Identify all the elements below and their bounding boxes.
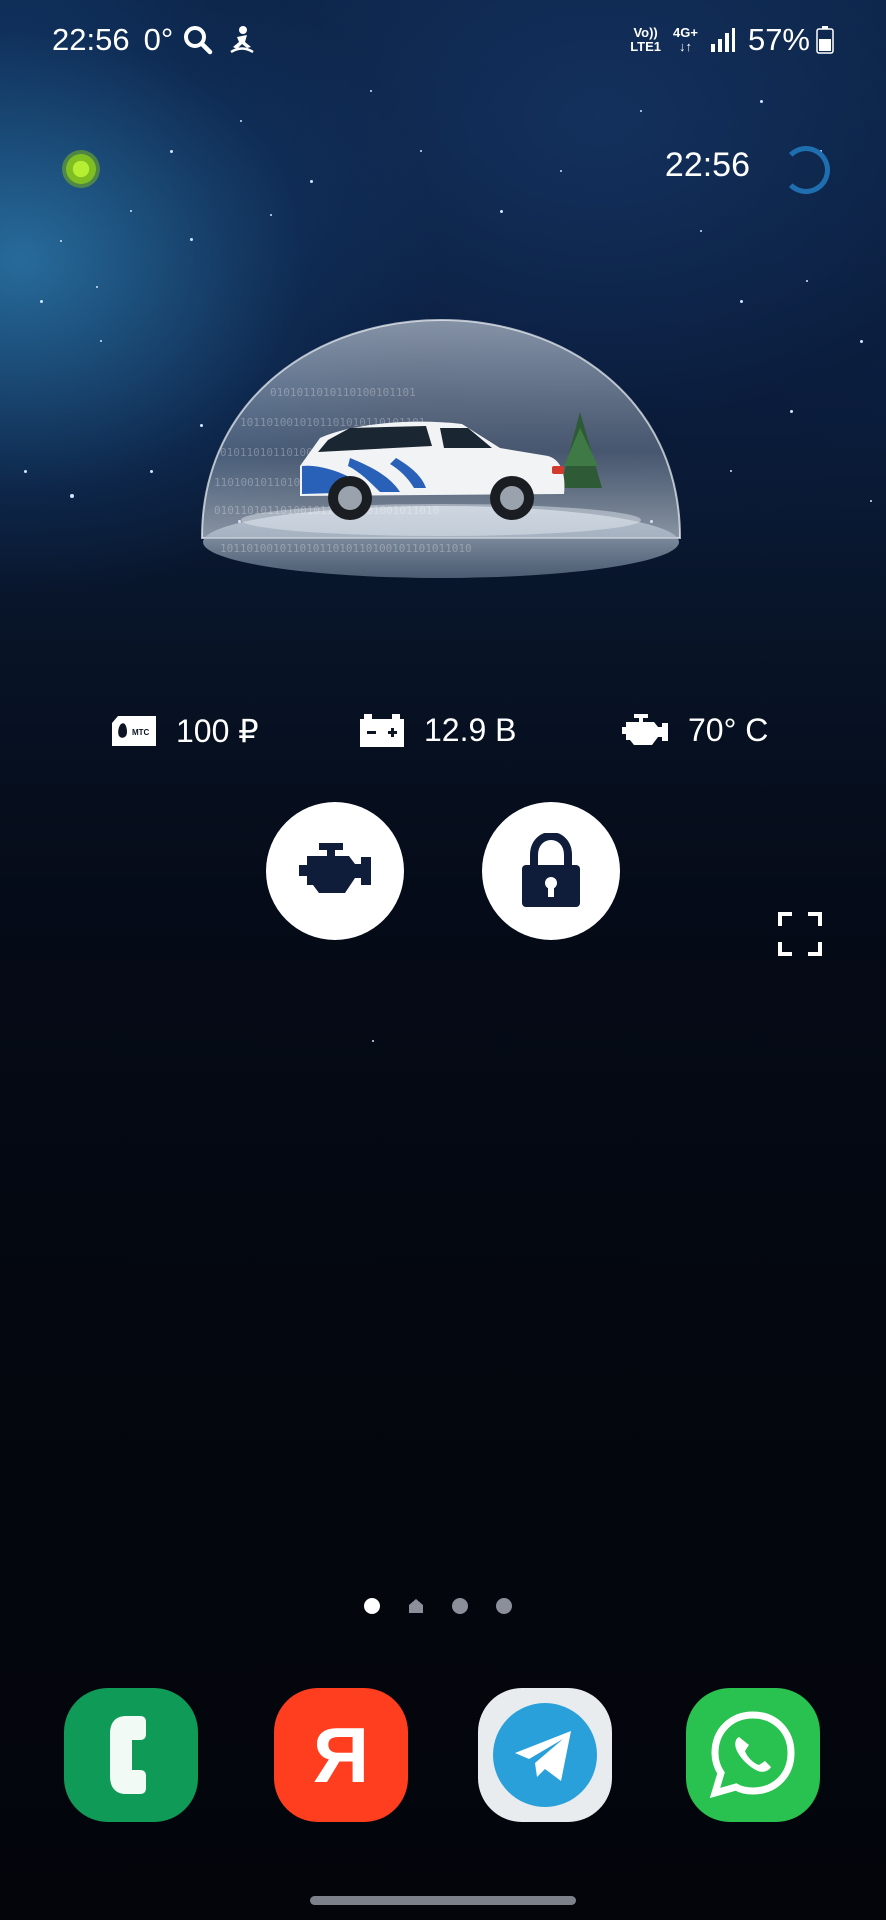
phone-app[interactable] — [64, 1688, 198, 1822]
page-indicator[interactable] — [364, 1598, 512, 1614]
gesture-navigation-bar[interactable] — [310, 1896, 576, 1905]
home-page-icon[interactable] — [408, 1598, 424, 1614]
balance-value: 100 ₽ — [176, 713, 259, 749]
search-icon — [183, 25, 213, 55]
network-lte: LTE1 — [630, 39, 662, 54]
battery-percent: 57% — [747, 22, 810, 57]
sim-card-icon: МТС — [110, 715, 158, 747]
home-screen: { "status_bar": { "time": "22:56", "temp… — [0, 0, 886, 1920]
svg-text:010110101101001011010110100101: 0101101011010010110101101001011010 — [214, 504, 439, 517]
status-temperature: 0° — [143, 22, 174, 57]
status-bar: 22:56 0° Vo)) LTE1 4G+ ↓↑ 57% — [0, 0, 886, 86]
telegram-icon — [489, 1699, 601, 1811]
voltage-value: 12.9 В — [424, 712, 517, 748]
engine-temp-stat[interactable]: 70° С — [620, 712, 768, 749]
engine-start-button[interactable] — [266, 802, 404, 940]
network-volte: Vo)) — [633, 25, 658, 40]
lock-icon — [520, 833, 582, 909]
yandex-icon: Я — [312, 1710, 370, 1799]
page-dot[interactable] — [496, 1598, 512, 1614]
connection-status-indicator — [62, 150, 100, 188]
signal-icon — [710, 27, 736, 53]
svg-text:101101001011010110101101001011: 10110100101101011010110100101101011010 — [220, 542, 472, 555]
refresh-spinner-icon[interactable] — [782, 146, 830, 194]
balance-stat[interactable]: МТС 100 ₽ — [110, 712, 259, 750]
lock-button[interactable] — [482, 802, 620, 940]
engine-temp-value: 70° С — [688, 712, 769, 748]
whatsapp-icon — [705, 1707, 801, 1803]
battery-icon — [816, 26, 834, 54]
whatsapp-app[interactable] — [686, 1688, 820, 1822]
car-dome-image[interactable]: 0101011010110100101101 10110100101011010… — [200, 316, 682, 582]
sim-operator-label: МТС — [132, 728, 150, 737]
accessibility-icon — [227, 25, 257, 55]
page-dot-active[interactable] — [364, 1598, 380, 1614]
battery-voltage-icon — [358, 713, 406, 748]
car-stats-row: МТС 100 ₽ 12.9 В 70° С — [0, 712, 886, 768]
data-type-label: 4G+ — [673, 25, 698, 40]
widget-clock: 22:56 — [664, 146, 750, 184]
voltage-stat[interactable]: 12.9 В — [358, 712, 517, 749]
status-time: 22:56 — [52, 22, 130, 57]
engine-temperature-icon — [620, 713, 670, 748]
telegram-app[interactable] — [478, 1688, 612, 1822]
data-type-indicator: 4G+ ↓↑ — [673, 26, 698, 54]
phone-icon — [96, 1710, 166, 1800]
data-arrows-icon: ↓↑ — [678, 39, 692, 54]
svg-text:0101011010110100101101: 0101011010110100101101 — [270, 386, 416, 399]
expand-icon — [778, 912, 822, 956]
fullscreen-button[interactable] — [778, 912, 822, 956]
page-dot[interactable] — [452, 1598, 468, 1614]
network-indicator: Vo)) LTE1 — [630, 26, 661, 54]
engine-start-icon — [297, 843, 373, 899]
yandex-app[interactable]: Я — [274, 1688, 408, 1822]
